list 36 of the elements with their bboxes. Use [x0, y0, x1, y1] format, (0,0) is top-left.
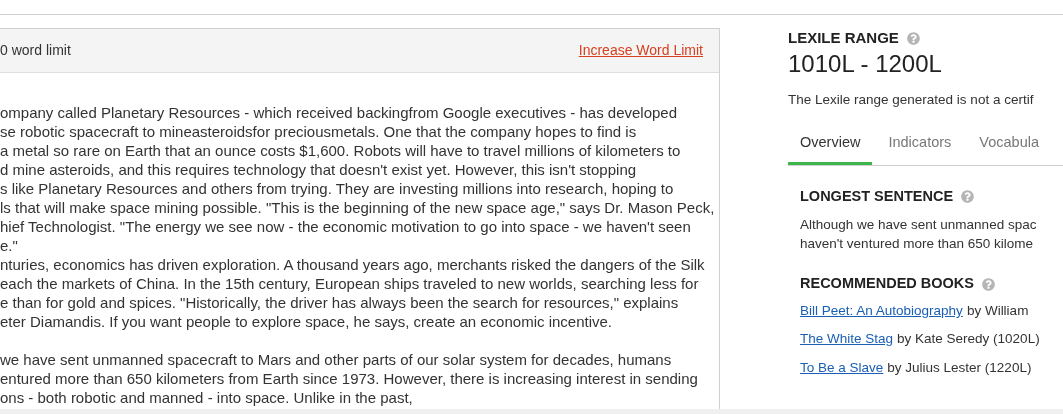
tab[interactable]: Indicators	[876, 125, 964, 165]
book-author: by William	[966, 302, 1029, 320]
passage-line: ons - both robotic and manned - into space. Unlike in the past,	[0, 388, 413, 407]
passage-line: d mine asteroids, and this requires technology that doesn't exist yet. However, this isn't stopping	[0, 160, 637, 179]
passage-line: we have sent unmanned spacecraft to Mars and other parts of our solar system for decades, humans	[0, 350, 672, 369]
help-icon[interactable]	[961, 189, 975, 203]
passage-line: e than for gold and spices. "Historically, the driver has always been the search for resources," explains	[0, 293, 679, 312]
increase-word-limit-link[interactable]: Increase Word Limit	[578, 40, 703, 61]
lexile-range-heading: LEXILE RANGE	[788, 28, 899, 48]
passage-line: hief Technologist. "The energy we see now - the economic motivation to go into space - we haven't seen	[0, 217, 691, 236]
book-author: by Kate Seredy (1020L)	[897, 330, 1040, 349]
book-link[interactable]: The White Stag	[800, 329, 894, 350]
lexile-note: The Lexile range generated is not a certif	[788, 90, 1034, 109]
passage-line: entured more than 650 kilometers from Earth since 1973. However, there is increasing interest in sending	[0, 369, 698, 388]
passage-line: ls that will make space mining possible. "This is the beginning of the new space age," says Dr. Mason Peck,	[0, 198, 715, 217]
book-link[interactable]: Bill Peet: An Autobiography	[800, 301, 963, 322]
tab[interactable]: Vocabula	[967, 125, 1051, 165]
sentence-line: haven't ventured more than 650 kilome	[800, 235, 1033, 254]
passage-line: eter Diamandis. If you want people to explore space, he says, create an economic incentive.	[0, 312, 612, 331]
passage-line: a metal so rare on Earth that an ounce costs $1,600. Robots will have to travel millions of kilometers to	[0, 141, 681, 160]
passage-line: se robotic spacecraft to mineasteroidsfor preciousmetals. One that the company hopes to find is	[0, 122, 637, 141]
passage-line: each the markets of China. In the 15th century, European ships traveled to new worlds, searching less for	[0, 274, 699, 293]
tab[interactable]: Overview	[788, 125, 873, 165]
help-icon[interactable]	[906, 31, 920, 45]
passage-line: s like Planetary Resources and others from trying. They are investing millions into research, hoping to	[0, 179, 674, 198]
sentence-line: Although we have sent unmanned spac	[800, 216, 1037, 235]
passage-line: ompany called Planetary Resources - which received backingfrom Google executives - has developed	[0, 103, 678, 122]
longest-sentence-heading: LONGEST SENTENCE	[800, 186, 954, 206]
recommended-books-heading: RECOMMENDED BOOKS	[800, 274, 974, 294]
passage-line: nturies, economics has driven exploration. A thousand years ago, merchants risked the dangers of the Silk	[0, 255, 705, 274]
book-author: by Julius Lester (1220L)	[887, 358, 1032, 377]
passage-line: e."	[0, 236, 18, 255]
word-limit-text: 0 word limit	[0, 41, 71, 60]
lexile-range-value: 1010L - 1200L	[788, 49, 942, 78]
help-icon[interactable]	[982, 277, 995, 291]
book-link[interactable]: To Be a Slave	[800, 357, 884, 378]
